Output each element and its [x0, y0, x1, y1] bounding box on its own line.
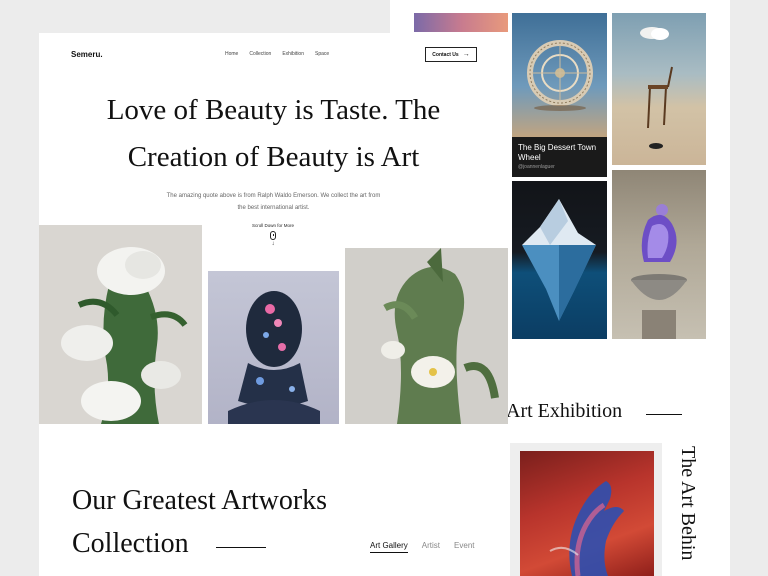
top-navbar: Semeru. Home Collection Exhibition Space… [39, 33, 508, 77]
painted-hand-image [549, 481, 624, 576]
mouse-icon [270, 231, 276, 240]
artwork-foliage-bust-right[interactable] [345, 248, 508, 424]
exhibition-title: Art Exhibition [506, 400, 623, 422]
floating-chair-image [640, 27, 673, 149]
contact-us-button[interactable]: Contact Us → [425, 47, 477, 62]
artwork-bust-center[interactable] [208, 271, 339, 424]
artwork-flower-bust-left[interactable] [39, 225, 202, 424]
blue-bust-image [228, 291, 320, 424]
purple-sculpture-image [631, 204, 687, 339]
tab-artist[interactable]: Artist [422, 541, 440, 553]
hero-title-line1: Love of Beauty is Taste. The [106, 94, 441, 126]
collection-title: Our Greatest Artworks Collection [72, 479, 327, 565]
hero-quote-line2: the best international artist. [237, 205, 310, 211]
scroll-hint[interactable]: Scroll Down for More ↓ [223, 223, 323, 247]
tab-art-gallery[interactable]: Art Gallery [370, 541, 408, 553]
arrow-down-icon: ↓ [271, 241, 275, 247]
artwork-title-line2: Wheel [518, 153, 541, 162]
collection-divider [216, 547, 266, 548]
hero-quote: The amazing quote above is from Ralph Wa… [149, 190, 398, 214]
flower-sculpture-image [61, 247, 188, 424]
wheel-sculpture-image [527, 40, 593, 111]
scroll-label: Scroll Down for More [251, 223, 294, 228]
collection-tabs: Art Gallery Artist Event [370, 541, 475, 553]
nav-link-collection[interactable]: Collection [249, 51, 271, 57]
artwork-caption: The Big Dessert Town Wheel @joannenlague… [512, 137, 607, 177]
artwork-card-iceberg[interactable] [512, 181, 607, 339]
iceberg-image [522, 199, 596, 321]
exhibition-vertical-heading: The Art Behin [677, 446, 699, 561]
collection-title-line2: Collection [72, 528, 189, 559]
nav-link-home[interactable]: Home [225, 51, 238, 57]
hero-title-line2: Creation of Beauty is Art [127, 141, 420, 173]
artwork-card-wheel[interactable]: The Big Dessert Town Wheel @joannenlague… [512, 13, 607, 177]
site-logo[interactable]: Semeru. [71, 50, 103, 59]
nav-links: Home Collection Exhibition Space [225, 51, 329, 57]
artwork-title-line1: The Big Dessert Town [518, 143, 597, 152]
nav-link-space[interactable]: Space [315, 51, 329, 57]
collection-title-line1: Our Greatest Artworks [72, 485, 328, 516]
nav-link-exhibition[interactable]: Exhibition [282, 51, 304, 57]
front-page: Semeru. Home Collection Exhibition Space… [39, 33, 508, 576]
hero-quote-line1: The amazing quote above is from Ralph Wa… [166, 193, 381, 199]
exhibition-artwork-hand[interactable] [520, 451, 654, 576]
contact-us-label: Contact Us [432, 51, 459, 58]
exhibition-divider [646, 414, 682, 415]
artwork-card-sculpture[interactable] [612, 170, 706, 339]
tab-event[interactable]: Event [454, 541, 474, 553]
artist-handle: @joannenlaguer [518, 164, 555, 170]
foliage-sculpture-image [381, 248, 499, 424]
artwork-card-chair[interactable] [612, 13, 706, 165]
hero-title: Love of Beauty is Taste. The Creation of… [39, 87, 508, 181]
arrow-right-icon: → [462, 51, 470, 58]
sunset-artwork-strip[interactable] [414, 13, 508, 32]
